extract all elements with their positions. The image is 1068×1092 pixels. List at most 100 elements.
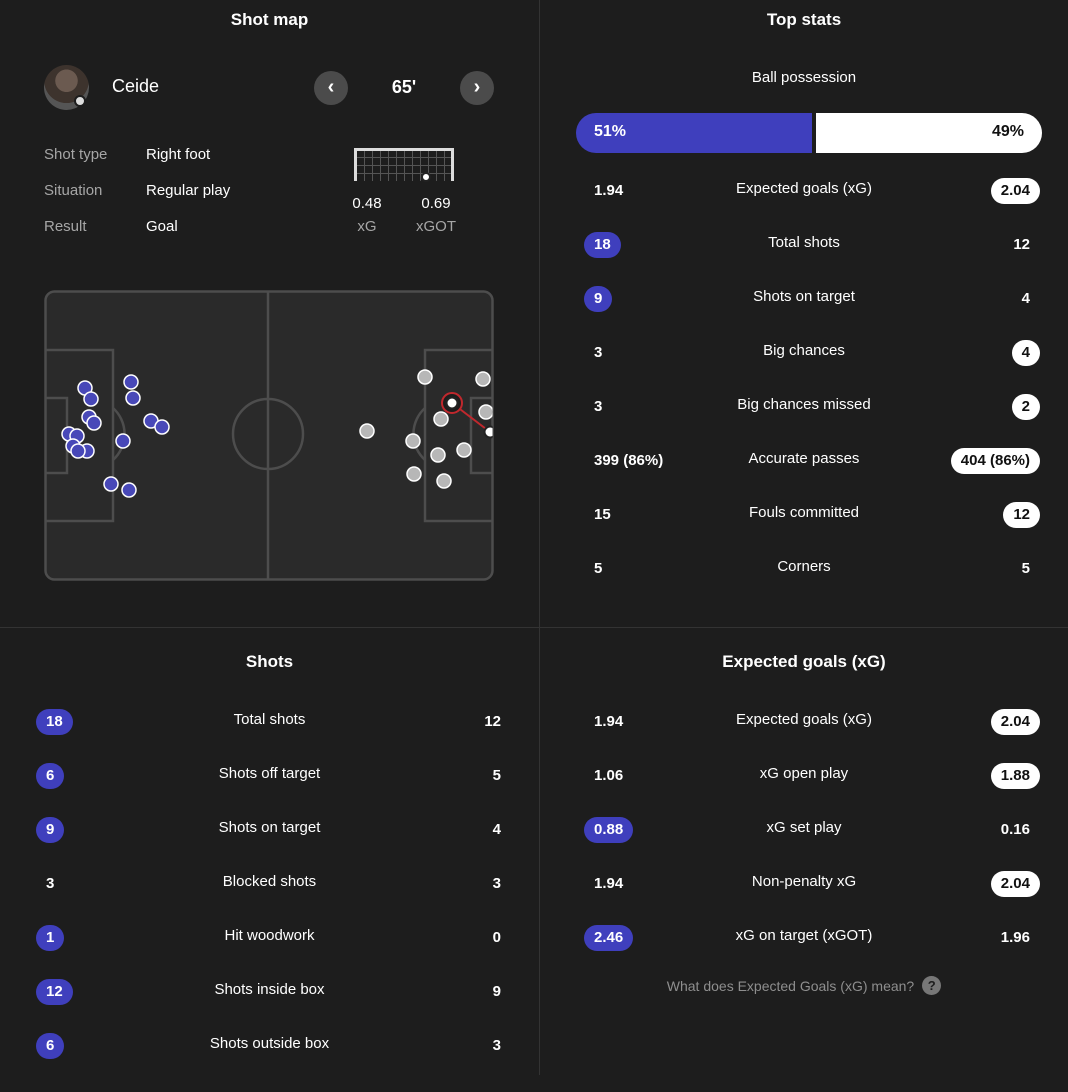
home-shot-marker[interactable] — [125, 390, 141, 406]
stat-name: Shots on target — [218, 819, 321, 836]
home-stat-value: 6 — [36, 1033, 65, 1059]
shot-xg-value: 0.48 — [352, 195, 382, 212]
ball-icon — [421, 172, 431, 182]
top-stats-title: Top stats — [766, 10, 842, 29]
stat-row: Shots on target 9 4 — [0, 814, 539, 844]
away-stat-value: 4 — [492, 821, 501, 838]
question-icon[interactable]: ? — [922, 976, 942, 995]
away-stat-value: 1.88 — [990, 763, 1040, 789]
home-stat-value: 15 — [594, 506, 611, 523]
stat-row: Accurate passes 399 (86%) 404 (86%) — [540, 445, 1068, 475]
shot-map-title: Shot map — [230, 10, 309, 29]
shot-map-panel: Shot map Ceide ‹ 65' › Shot type Right f… — [0, 0, 539, 627]
shot-xgot-label: xGOT — [416, 218, 456, 235]
home-stat-value: 0.88 — [584, 817, 634, 843]
away-shot-marker[interactable] — [430, 447, 446, 463]
away-stat-value: 4 — [1021, 290, 1030, 307]
away-stat-value: 0 — [492, 929, 501, 946]
possession-bar: 51% 49% — [576, 113, 1042, 153]
stat-row: Corners 5 5 — [540, 553, 1068, 583]
stat-name: Corners — [777, 558, 831, 575]
away-shot-marker[interactable] — [436, 473, 452, 489]
possession-away-value: 49% — [991, 123, 1024, 140]
situation-label: Situation — [44, 182, 103, 199]
away-stat-value: 2.04 — [990, 178, 1040, 204]
home-shot-marker[interactable] — [86, 415, 102, 431]
home-stat-value: 12 — [36, 979, 73, 1005]
possession-label: Ball possession — [751, 69, 857, 86]
stat-name: Total shots — [233, 711, 306, 728]
stat-row: xG set play 0.88 0.16 — [540, 814, 1068, 844]
home-stat-value: 3 — [594, 344, 603, 361]
xg-help-link[interactable]: What does Expected Goals (xG) mean?? — [540, 976, 1068, 995]
home-shot-marker[interactable] — [83, 391, 99, 407]
away-stat-value: 5 — [492, 767, 501, 784]
home-shot-marker[interactable] — [115, 433, 131, 449]
away-stat-value: 2.04 — [990, 709, 1040, 735]
home-stat-value: 2.46 — [584, 925, 634, 951]
previous-shot-button[interactable]: ‹ — [314, 71, 348, 105]
next-shot-button[interactable]: › — [460, 71, 494, 105]
goal-frame-icon — [354, 148, 454, 181]
away-stat-value: 1.96 — [1000, 929, 1030, 946]
home-shot-marker[interactable] — [154, 419, 170, 435]
home-stat-value: 18 — [36, 709, 73, 735]
stat-row: Fouls committed 15 12 — [540, 499, 1068, 529]
away-shot-marker[interactable] — [433, 411, 449, 427]
stat-name: Shots on target — [753, 288, 855, 305]
stat-row: Big chances missed 3 2 — [540, 391, 1068, 421]
possession-away-bar: 49% — [816, 113, 1042, 153]
stat-name: Shots outside box — [209, 1035, 330, 1052]
stat-name: Big chances — [763, 342, 845, 359]
xg-help-text[interactable]: What does Expected Goals (xG) mean? — [667, 978, 914, 994]
shots-title: Shots — [245, 652, 294, 671]
stat-name: Blocked shots — [222, 873, 317, 890]
away-stat-value: 4 — [1011, 340, 1040, 366]
situation-value: Regular play — [146, 182, 231, 199]
stat-row: Shots on target 9 4 — [540, 283, 1068, 313]
home-shot-marker[interactable] — [123, 374, 139, 390]
chevron-right-icon: › — [473, 76, 481, 98]
home-stat-value: 1 — [36, 925, 65, 951]
away-stat-value: 404 (86%) — [950, 448, 1040, 474]
away-shot-marker[interactable] — [478, 404, 493, 420]
away-shot-marker[interactable] — [359, 423, 375, 439]
stat-row: Shots off target 6 5 — [0, 760, 539, 790]
stat-row: Expected goals (xG) 1.94 2.04 — [540, 706, 1068, 736]
home-stat-value: 9 — [36, 817, 65, 843]
top-stats-panel: Top stats Ball possession 51% 49% Expect… — [540, 0, 1068, 627]
stat-row: Big chances 3 4 — [540, 337, 1068, 367]
stat-row: Blocked shots 3 3 — [0, 868, 539, 898]
stat-name: Big chances missed — [737, 396, 871, 413]
away-stat-value: 5 — [1021, 560, 1030, 577]
away-stat-value: 12 — [1013, 236, 1030, 253]
chevron-left-icon: ‹ — [327, 76, 335, 98]
away-stat-value: 3 — [492, 1037, 501, 1054]
away-shot-marker[interactable] — [475, 371, 491, 387]
home-shot-marker[interactable] — [103, 476, 119, 492]
stat-row: Total shots 18 12 — [540, 229, 1068, 259]
ball-badge-icon — [74, 95, 86, 107]
possession-home-bar: 51% — [576, 113, 812, 153]
home-shot-marker[interactable] — [70, 443, 86, 459]
shot-xgot-value: 0.69 — [421, 195, 451, 212]
home-stat-value: 5 — [594, 560, 603, 577]
home-shot-marker[interactable] — [121, 482, 137, 498]
away-shot-marker[interactable] — [417, 369, 433, 385]
result-value: Goal — [146, 218, 178, 235]
ball-icon — [445, 396, 459, 410]
away-shot-marker[interactable] — [406, 466, 422, 482]
away-stat-value: 12 — [484, 713, 501, 730]
home-stat-value: 9 — [584, 286, 613, 312]
pitch-diagram — [44, 290, 494, 581]
stat-row: Shots outside box 6 3 — [0, 1030, 539, 1060]
home-stat-value: 1.94 — [594, 182, 624, 199]
away-shot-marker[interactable] — [405, 433, 421, 449]
stat-row: xG on target (xGOT) 2.46 1.96 — [540, 922, 1068, 952]
shot-type-value: Right foot — [146, 146, 211, 163]
shot-xg-label: xG — [357, 218, 377, 235]
away-shot-marker[interactable] — [456, 442, 472, 458]
away-stat-value: 2 — [1011, 394, 1040, 420]
player-name[interactable]: Ceide — [112, 76, 159, 97]
home-stat-value: 3 — [46, 875, 55, 892]
